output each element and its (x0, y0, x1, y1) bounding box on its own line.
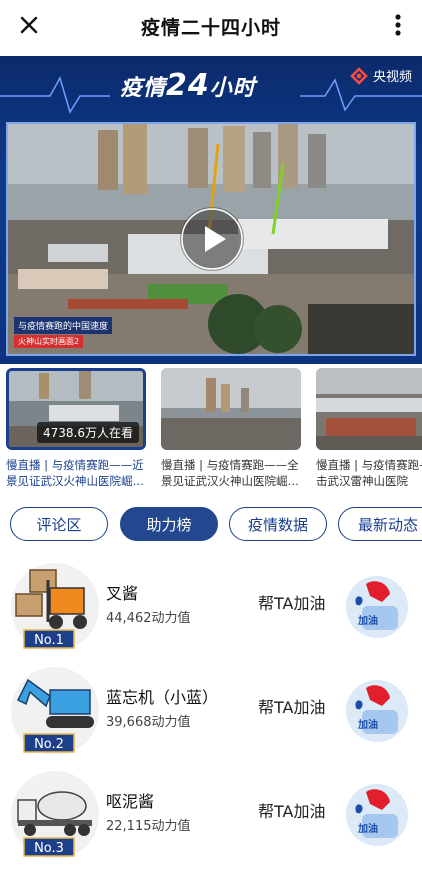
user-name: 呕泥酱 (106, 792, 155, 811)
cctv-logo-icon (350, 66, 368, 85)
video-thumbnail[interactable]: 慢直播 | 与疫情赛跑——直击武汉雷神山医院 (316, 368, 422, 489)
support-score: 22,115动力值 (106, 819, 191, 834)
thumbnail-image (161, 368, 301, 450)
cheer-button-label: 加油 (358, 616, 378, 627)
video-subtag: 火神山实时画面2 (14, 335, 84, 348)
cheer-button[interactable]: 加油 (344, 782, 410, 848)
main-video-player[interactable]: 与疫情赛跑的中国速度 火神山实时画面2 (6, 122, 416, 356)
cheer-button[interactable]: 加油 (344, 678, 410, 744)
tab-epidemic-data[interactable]: 疫情数据 (229, 507, 327, 541)
thumbnail-image (316, 368, 422, 450)
tab-latest-news[interactable]: 最新动态 (338, 507, 422, 541)
ranking-row: No.2 蓝忘机（小蓝） 39,668动力值 帮TA加油 加油 (0, 666, 422, 766)
cheer-button[interactable]: 加油 (344, 574, 410, 640)
tab-bar: 评论区 助力榜 疫情数据 最新动态 (10, 507, 422, 543)
play-icon[interactable] (180, 207, 244, 271)
support-score: 44,462动力值 (106, 611, 191, 626)
page-title: 疫情二十四小时 (140, 16, 281, 39)
top-bar: 疫情二十四小时 (0, 0, 422, 52)
cheer-label: 帮TA加油 (258, 802, 326, 821)
tab-support-ranking[interactable]: 助力榜 (120, 507, 218, 541)
tab-comments[interactable]: 评论区 (10, 507, 108, 541)
forklift-icon: No.1 (11, 563, 99, 651)
video-thumbnail[interactable]: 慢直播 | 与疫情赛跑——全景见证武汉火神山医院崛… (161, 368, 301, 489)
channel-name: 央视频 (372, 70, 412, 85)
cheer-label: 帮TA加油 (258, 698, 326, 717)
thumbnail-caption: 慢直播 | 与疫情赛跑——近景见证武汉火神山医院崛… (6, 458, 144, 488)
support-score: 39,668动力值 (106, 715, 191, 730)
thumbnail-caption: 慢直播 | 与疫情赛跑——全景见证武汉火神山医院崛… (161, 458, 299, 488)
more-vertical-icon[interactable] (392, 10, 404, 40)
thumbnail-scene (316, 368, 422, 450)
live-banner: 疫情24小时 央视频 与疫情赛跑的中国速度 火神山实时画面2 (0, 56, 422, 364)
fuel-pump-icon (346, 784, 408, 846)
svg-text:No.1: No.1 (34, 633, 64, 648)
thumbnail-caption: 慢直播 | 与疫情赛跑——直击武汉雷神山医院 (316, 458, 422, 488)
user-name: 蓝忘机（小蓝） (106, 688, 219, 707)
cheer-button-label: 加油 (358, 824, 378, 835)
svg-text:No.3: No.3 (34, 841, 64, 856)
viewer-count: 4738.6万人在看 (37, 422, 139, 443)
cheer-label: 帮TA加油 (258, 594, 326, 613)
fuel-pump-icon (346, 576, 408, 638)
program-logo: 疫情24小时 (120, 68, 256, 103)
ranking-row: No.1 叉酱 44,462动力值 帮TA加油 加油 (0, 562, 422, 662)
ranking-row: No.3 呕泥酱 22,115动力值 帮TA加油 加油 (0, 770, 422, 869)
video-thumbnail[interactable]: 4738.6万人在看 慢直播 | 与疫情赛跑——近景见证武汉火神山医院崛… (6, 368, 146, 489)
fuel-pump-icon (346, 680, 408, 742)
thumbnail-image: 4738.6万人在看 (6, 368, 146, 450)
excavator-icon: No.2 (11, 667, 99, 755)
video-tagline: 与疫情赛跑的中国速度 (14, 317, 113, 334)
video-thumbnail-list: 4738.6万人在看 慢直播 | 与疫情赛跑——近景见证武汉火神山医院崛… 慢直… (6, 368, 422, 496)
svg-text:No.2: No.2 (34, 737, 64, 752)
cement-mixer-icon: No.3 (11, 771, 99, 859)
close-icon[interactable] (14, 10, 44, 40)
channel-badge: 央视频 (350, 66, 412, 85)
user-name: 叉酱 (106, 584, 139, 603)
thumbnail-scene (161, 368, 301, 450)
cheer-button-label: 加油 (358, 720, 378, 731)
